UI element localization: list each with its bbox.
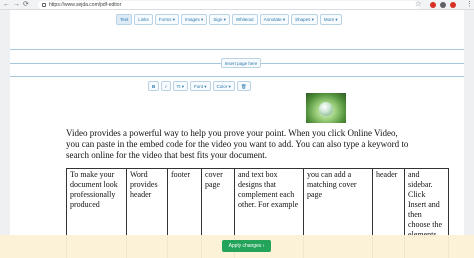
body-paragraph[interactable]: Video provides a powerful way to help yo… xyxy=(66,128,411,161)
color-dropdown[interactable]: Color ▾ xyxy=(212,81,235,91)
annotate-tool-button[interactable]: Annotate ▾ xyxy=(259,14,290,25)
page-margin-left xyxy=(0,10,10,258)
extension-icon[interactable] xyxy=(430,2,436,8)
document-image[interactable] xyxy=(306,93,346,123)
lock-icon xyxy=(42,3,46,7)
forms-tool-button[interactable]: Forms ▾ xyxy=(154,14,180,25)
font-dropdown[interactable]: Font ▾ xyxy=(190,81,211,91)
url-text: https://www.sejda.com/pdf-editor xyxy=(49,2,122,8)
browser-menu-icon[interactable]: ⋮ xyxy=(466,0,473,10)
images-tool-button[interactable]: Images ▾ xyxy=(181,14,208,25)
back-icon[interactable]: ← xyxy=(3,1,10,9)
extension-icon[interactable] xyxy=(450,2,456,8)
italic-button[interactable]: I xyxy=(161,81,171,91)
page-bottom-edge xyxy=(10,49,464,50)
editor-toolbar: Text Links Forms ▾ Images ▾ Sign ▾ White… xyxy=(116,14,342,25)
page-margin-right xyxy=(464,10,474,258)
more-tool-button[interactable]: More ▾ xyxy=(319,14,342,25)
reload-icon[interactable]: ⟳ xyxy=(23,1,29,9)
address-bar[interactable]: https://www.sejda.com/pdf-editor xyxy=(38,1,420,9)
browser-toolbar: ← → ⟳ https://www.sejda.com/pdf-editor ☆… xyxy=(0,0,474,10)
trash-icon[interactable]: 🗑 xyxy=(236,81,251,91)
text-format-toolbar: B I Tt ▾ Font ▾ Color ▾ 🗑 xyxy=(148,81,251,91)
sign-tool-button[interactable]: Sign ▾ xyxy=(209,14,230,25)
links-tool-button[interactable]: Links xyxy=(134,14,153,25)
bold-button[interactable]: B xyxy=(148,81,160,91)
apply-changes-button[interactable]: Apply changes › xyxy=(222,240,271,252)
forward-icon[interactable]: → xyxy=(13,1,20,9)
apply-changes-bar: Apply changes › xyxy=(0,235,474,258)
whiteout-tool-button[interactable]: Whiteout xyxy=(231,14,258,25)
extension-icon[interactable] xyxy=(440,2,446,8)
text-size-dropdown[interactable]: Tt ▾ xyxy=(172,81,189,91)
shapes-tool-button[interactable]: Shapes ▾ xyxy=(291,14,318,25)
text-tool-button[interactable]: Text xyxy=(116,14,133,25)
page-top-edge xyxy=(10,76,464,77)
insert-page-button[interactable]: Insert page here xyxy=(221,58,261,68)
bookmark-star-icon[interactable]: ☆ xyxy=(415,0,421,9)
globe-in-hands-image xyxy=(319,102,333,116)
